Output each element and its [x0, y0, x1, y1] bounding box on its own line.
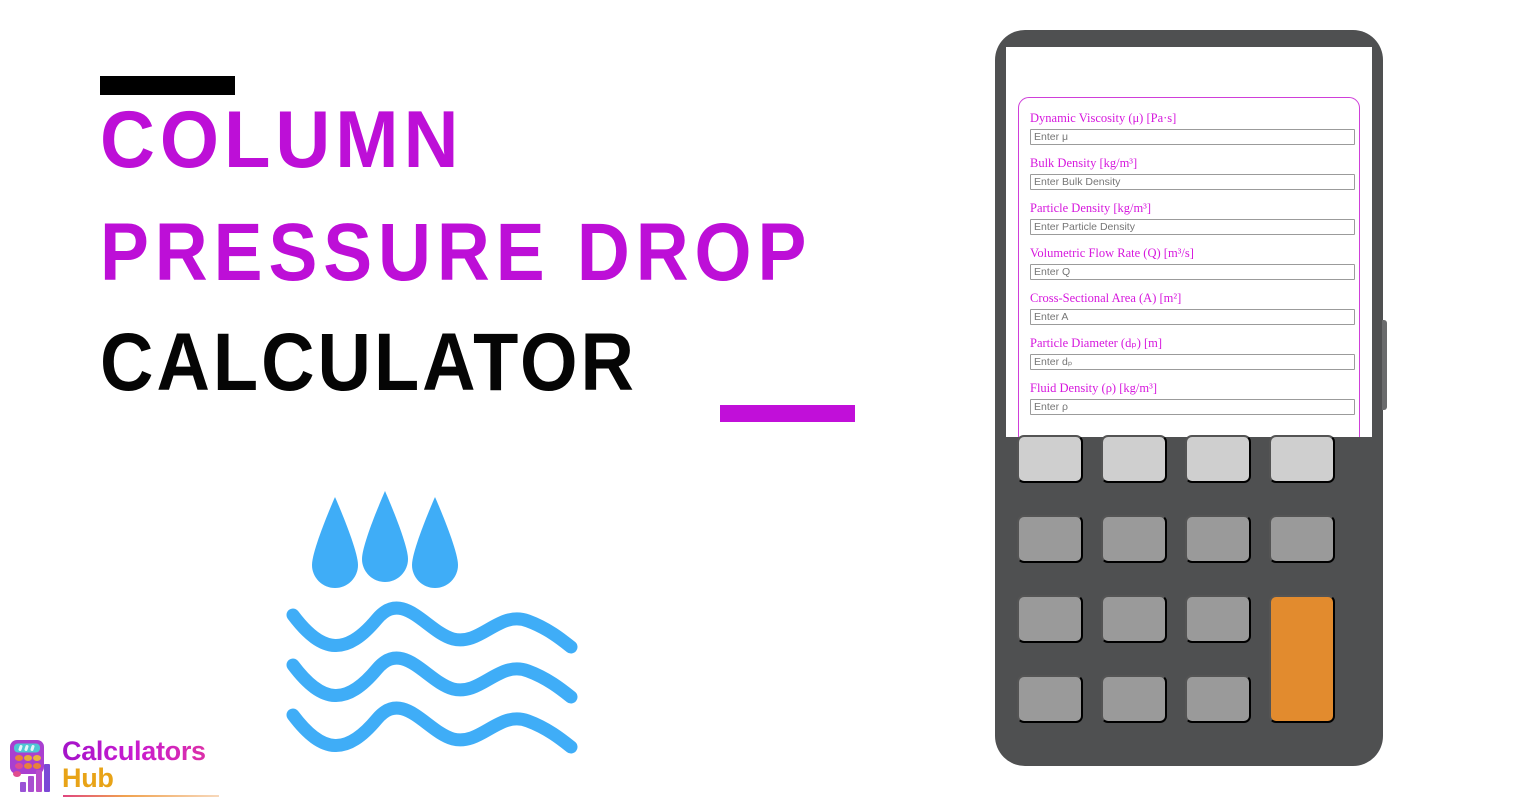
field-label-bulk-density: Bulk Density [kg/m³]: [1030, 156, 1138, 170]
field-label-fluid-density: Fluid Density (ρ) [kg/m³]: [1030, 381, 1157, 395]
device-screen: Dynamic Viscosity (μ) [Pa·s] Bulk Density…: [1006, 47, 1372, 437]
page-title-line-2: PRESSURE DROP: [100, 206, 813, 298]
keypad-key-r2-c3[interactable]: [1185, 515, 1251, 563]
field-label-particle-density: Particle Density [kg/m³]: [1030, 201, 1152, 215]
brand-name-primary: Calculators: [62, 738, 222, 765]
keypad-key-r4-c3[interactable]: [1185, 675, 1251, 723]
input-bulk-density[interactable]: [1030, 174, 1355, 190]
keypad-key-r3-c3[interactable]: [1185, 595, 1251, 643]
field-fluid-density: Fluid Density (ρ) [kg/m³]: [1030, 379, 1355, 415]
device-side-button[interactable]: [1382, 320, 1387, 410]
keypad-key-r2-c4[interactable]: [1269, 515, 1335, 563]
page-title-line-3: CALCULATOR: [100, 316, 637, 408]
keypad-key-r3-c4[interactable]: [1269, 595, 1335, 723]
keypad-key-r4-c2[interactable]: [1101, 675, 1167, 723]
input-particle-density[interactable]: [1030, 219, 1355, 235]
calculator-device: Dynamic Viscosity (μ) [Pa·s] Bulk Density…: [995, 30, 1387, 766]
brand-logo-underline: [63, 795, 219, 797]
bottom-accent-bar: [720, 405, 855, 422]
page-title-line-1: COLUMN: [100, 94, 464, 185]
keypad-key-r2-c2[interactable]: [1101, 515, 1167, 563]
calculator-keypad: [1017, 435, 1361, 755]
keypad-key-r3-c2[interactable]: [1101, 595, 1167, 643]
field-label-cross-sectional-area: Cross-Sectional Area (A) [m²]: [1030, 291, 1182, 305]
keypad-key-r1-c1[interactable]: [1017, 435, 1083, 483]
keypad-key-r2-c1[interactable]: [1017, 515, 1083, 563]
poster-canvas: COLUMN PRESSURE DROP CALCULATOR Calculat…: [0, 0, 1520, 800]
input-particle-diameter[interactable]: [1030, 354, 1355, 370]
input-fluid-density[interactable]: [1030, 399, 1355, 415]
field-dynamic-viscosity: Dynamic Viscosity (μ) [Pa·s]: [1030, 109, 1355, 145]
brand-name-secondary: Hub: [62, 762, 114, 793]
hero-section: COLUMN PRESSURE DROP CALCULATOR Calculat…: [0, 0, 960, 800]
input-form-panel: Dynamic Viscosity (μ) [Pa·s] Bulk Density…: [1018, 97, 1360, 437]
top-accent-bar: [100, 76, 235, 95]
input-dynamic-viscosity[interactable]: [1030, 129, 1355, 145]
field-particle-diameter: Particle Diameter (dₚ) [m]: [1030, 334, 1355, 370]
field-volumetric-flow-rate: Volumetric Flow Rate (Q) [m³/s]: [1030, 244, 1355, 280]
field-label-dynamic-viscosity: Dynamic Viscosity (μ) [Pa·s]: [1030, 111, 1177, 125]
keypad-key-r1-c4[interactable]: [1269, 435, 1335, 483]
keypad-key-r3-c1[interactable]: [1017, 595, 1083, 643]
field-particle-density: Particle Density [kg/m³]: [1030, 199, 1355, 235]
brand-logo[interactable]: Calculators Hub: [6, 738, 221, 798]
input-cross-sectional-area[interactable]: [1030, 309, 1355, 325]
field-bulk-density: Bulk Density [kg/m³]: [1030, 154, 1355, 190]
brand-logo-text: Calculators Hub: [62, 738, 222, 793]
keypad-key-r1-c3[interactable]: [1185, 435, 1251, 483]
input-volumetric-flow-rate[interactable]: [1030, 264, 1355, 280]
keypad-key-r1-c2[interactable]: [1101, 435, 1167, 483]
water-droplets-icon: [286, 491, 578, 754]
field-label-volumetric-flow-rate: Volumetric Flow Rate (Q) [m³/s]: [1030, 246, 1194, 260]
keypad-key-r4-c1[interactable]: [1017, 675, 1083, 723]
calculator-bars-icon: [10, 740, 50, 792]
field-cross-sectional-area: Cross-Sectional Area (A) [m²]: [1030, 289, 1355, 325]
field-label-particle-diameter: Particle Diameter (dₚ) [m]: [1030, 336, 1163, 350]
